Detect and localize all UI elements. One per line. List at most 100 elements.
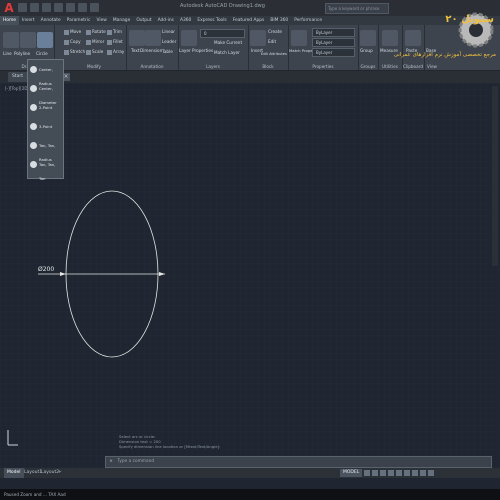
annotation-panel: Text Dimension Linear Leader Table Annot… [126, 25, 179, 70]
save-as-icon[interactable] [54, 3, 63, 12]
tab-manage[interactable]: Manage [110, 16, 133, 25]
copy-icon [64, 39, 69, 45]
trim-button[interactable]: Trim [107, 29, 122, 35]
snap-icon[interactable] [372, 470, 379, 476]
dimension-text[interactable]: Ø200 [38, 266, 54, 273]
command-input[interactable]: × Type a command [105, 456, 492, 468]
taskbar: Paused Zoom and ... TAX Aad [0, 489, 500, 500]
dimension-button[interactable]: Dimension [140, 48, 162, 53]
insert-block-icon[interactable] [250, 30, 266, 46]
autocad-logo-icon[interactable]: A [2, 1, 16, 15]
modify-panel: Move Copy Stretch Rotate Mirror Scale Tr… [62, 25, 127, 70]
osnap-icon[interactable] [396, 470, 403, 476]
copy-button[interactable]: Copy [64, 39, 81, 45]
linetype-dropdown[interactable]: ByLayer [312, 38, 355, 47]
edit-attributes-button[interactable]: Edit Attributes [261, 52, 287, 56]
group-icon[interactable] [360, 30, 376, 46]
properties-panel-title: Properties [312, 64, 334, 69]
circle-option-center-radius[interactable]: Center, Radius [28, 63, 63, 86]
array-button[interactable]: Array [107, 49, 124, 55]
create-block-button[interactable]: Create [268, 29, 282, 34]
undo-icon[interactable] [78, 3, 87, 12]
polyline-icon[interactable] [20, 32, 36, 48]
group-button[interactable]: Group [360, 48, 373, 53]
text-button[interactable]: Text [131, 48, 139, 53]
close-icon[interactable]: × [106, 457, 116, 467]
tab-annotate[interactable]: Annotate [38, 16, 64, 25]
move-button[interactable]: Move [64, 29, 81, 35]
circle-option-tan-tan-tan[interactable]: Tan, Tan, Tan [28, 158, 63, 181]
grid-icon[interactable] [364, 470, 371, 476]
tab-view[interactable]: View [93, 16, 109, 25]
tab-bim-360[interactable]: BIM 360 [267, 16, 291, 25]
fillet-button[interactable]: Fillet [107, 39, 123, 45]
quick-access-toolbar [18, 3, 138, 13]
tab-featured-apps[interactable]: Featured Apps [230, 16, 268, 25]
polar-icon[interactable] [388, 470, 395, 476]
layer-properties-icon[interactable] [181, 30, 197, 46]
tab-express-tools[interactable]: Express Tools [194, 16, 229, 25]
search-input[interactable]: Type a keyword or phrase [325, 3, 389, 14]
tab-performance[interactable]: Performance [291, 16, 325, 25]
fillet-icon [107, 39, 112, 45]
ortho-icon[interactable] [380, 470, 387, 476]
leader-button[interactable]: Leader [162, 39, 176, 44]
circle-option-label: 2-Point [39, 105, 53, 110]
color-dropdown[interactable]: ByLayer [312, 28, 355, 37]
open-icon[interactable] [30, 3, 39, 12]
file-tab-bar: Start × [0, 71, 500, 83]
new-icon[interactable] [18, 3, 27, 12]
command-history: Select arc or circle: Dimension text = 20… [105, 434, 490, 449]
match-properties-icon[interactable] [291, 30, 307, 46]
lineweight-icon[interactable] [404, 470, 411, 476]
tab-add-ins[interactable]: Add-ins [155, 16, 177, 25]
dimension-icon[interactable] [145, 30, 161, 46]
groups-panel: Group Groups [358, 25, 379, 70]
match-layer-button[interactable]: Match Layer [214, 50, 240, 55]
circle-option-tan-tan-radius[interactable]: Tan, Tan, Radius [28, 139, 63, 162]
polyline-button[interactable]: Polyline [14, 51, 30, 56]
linear-button[interactable]: Linear [162, 29, 175, 34]
layers-panel-title: Layers [206, 64, 220, 69]
tab-parametric[interactable]: Parametric [64, 16, 94, 25]
tab-insert[interactable]: Insert [19, 16, 38, 25]
redo-icon[interactable] [90, 3, 99, 12]
text-icon[interactable] [129, 30, 145, 46]
model-space-toggle[interactable]: MODEL [340, 469, 363, 477]
circle-option-2-point[interactable]: 2-Point [28, 101, 63, 115]
line-button[interactable]: Line [3, 51, 12, 56]
rotate-icon [86, 29, 91, 35]
command-placeholder: Type a command [117, 459, 155, 464]
annotation-scale-icon[interactable] [412, 470, 419, 476]
layout-tab-add[interactable]: + [55, 468, 65, 478]
workspace-icon[interactable] [420, 470, 427, 476]
edit-block-button[interactable]: Edit [268, 39, 276, 44]
make-current-button[interactable]: Make Current [214, 40, 242, 45]
array-icon [107, 49, 112, 55]
lineweight-dropdown[interactable]: ByLayer [312, 48, 355, 57]
print-icon[interactable] [66, 3, 75, 12]
menu-icon[interactable] [428, 470, 435, 476]
tab-a360[interactable]: A360 [177, 16, 194, 25]
circle-option-3-point[interactable]: 3-Point [28, 120, 63, 134]
circle-icon [30, 104, 37, 111]
circle-option-center-diameter[interactable]: Center, Diameter [28, 82, 63, 105]
circle-button[interactable]: Circle [36, 51, 48, 56]
annotation-panel-title: Annotation [140, 64, 164, 69]
scale-button[interactable]: Scale [86, 49, 103, 55]
navigation-bar[interactable] [492, 86, 498, 266]
grid-background [0, 83, 500, 468]
table-button[interactable]: Table [162, 49, 173, 54]
save-icon[interactable] [42, 3, 51, 12]
layer-properties-button[interactable]: Layer Properties [179, 48, 213, 53]
mirror-button[interactable]: Mirror [86, 39, 104, 45]
tab-home[interactable]: Home [0, 16, 19, 25]
circle-icon[interactable] [37, 32, 53, 48]
drawing-canvas[interactable] [0, 83, 500, 468]
tab-output[interactable]: Output [133, 16, 154, 25]
layer-dropdown[interactable]: 0 [200, 29, 245, 38]
stretch-button[interactable]: Stretch [64, 49, 85, 55]
line-icon[interactable] [3, 32, 19, 48]
rotate-button[interactable]: Rotate [86, 29, 106, 35]
block-panel-title: Block [262, 64, 274, 69]
